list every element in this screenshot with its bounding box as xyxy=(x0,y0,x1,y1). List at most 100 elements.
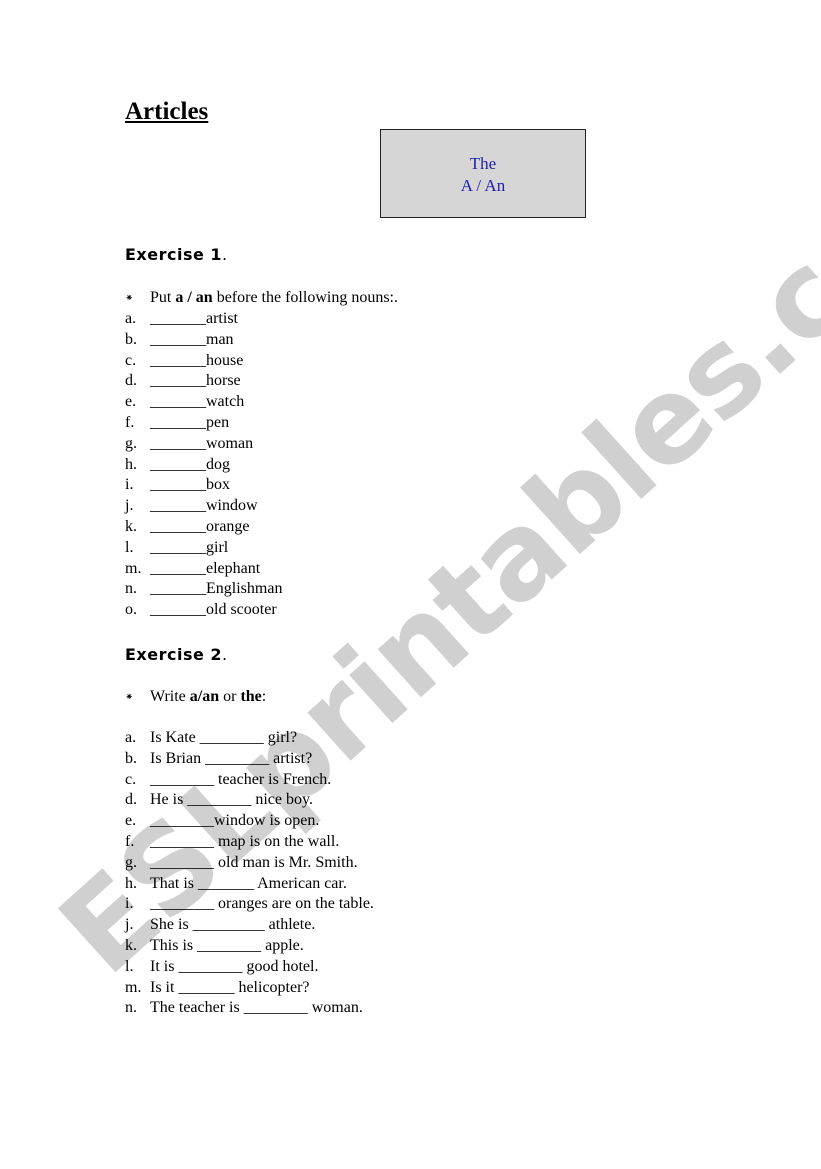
list-item: c. ________ teacher is French. xyxy=(125,770,374,791)
exercise-1-heading: Exercise 1. xyxy=(125,245,228,264)
instruction-keyword: the xyxy=(240,688,262,705)
instruction-keyword: a/an xyxy=(189,688,220,705)
item-label: j. xyxy=(125,916,134,934)
list-item: e. ________window is open. xyxy=(125,811,374,832)
exercise-2-list: a. Is Kate ________ girl? b. Is Brian _____… xyxy=(125,728,374,1019)
item-label: n. xyxy=(125,999,137,1017)
item-text: Is Brian ________ artist? xyxy=(150,749,313,767)
list-item: l. It is ________ good hotel. xyxy=(125,957,374,978)
heading-dot: . xyxy=(222,245,228,264)
exercise-2-instruction: ⁕ Write a/an or the: xyxy=(125,688,266,706)
heading-dot: . xyxy=(222,645,228,664)
item-text: _______man xyxy=(150,330,234,348)
list-item: f. ________ map is on the wall. xyxy=(125,832,374,853)
item-text: _______artist xyxy=(150,310,238,327)
item-label: i. xyxy=(125,476,134,494)
item-label: h. xyxy=(125,874,137,892)
item-label: l. xyxy=(125,538,134,556)
list-item: g. ________ old man is Mr. Smith. xyxy=(125,853,374,874)
item-text: _______watch xyxy=(150,393,245,411)
item-label: d. xyxy=(125,372,137,390)
item-text: _______house xyxy=(150,351,244,369)
instruction-text: before the following nouns:. xyxy=(212,289,398,306)
list-item: c. _______house xyxy=(125,351,282,372)
item-text: ________ old man is Mr. Smith. xyxy=(150,853,358,871)
list-item: b. _______man xyxy=(125,330,282,351)
item-text: _______dog xyxy=(150,455,230,473)
list-item: d. He is ________ nice boy. xyxy=(125,790,374,811)
item-label: m. xyxy=(125,978,142,996)
list-item: j. _______window xyxy=(125,496,282,517)
exercise-2-heading: Exercise 2. xyxy=(125,645,228,664)
item-text: It is ________ good hotel. xyxy=(150,957,319,975)
item-label: o. xyxy=(125,601,137,619)
item-label: c. xyxy=(125,770,137,788)
item-label: n. xyxy=(125,580,137,598)
item-text: _______orange xyxy=(150,517,250,535)
item-label: g. xyxy=(125,434,137,452)
item-label: c. xyxy=(125,351,137,369)
bullet-icon: ⁕ xyxy=(125,292,134,304)
list-item: l. _______girl xyxy=(125,538,282,559)
list-item: e. _______watch xyxy=(125,392,282,413)
list-item: i. _______box xyxy=(125,475,282,496)
instruction-keyword: a / an xyxy=(175,289,213,306)
item-label: d. xyxy=(125,791,137,809)
list-item: n. _______Englishman xyxy=(125,579,282,600)
list-item: o. _______old scooter xyxy=(125,600,282,621)
item-label: e. xyxy=(125,393,137,411)
page-title: Articles xyxy=(125,98,209,125)
instruction-text: Write xyxy=(150,688,190,705)
list-item: m. _______elephant xyxy=(125,559,282,580)
item-label: h. xyxy=(125,455,137,473)
list-item: a. _______artist xyxy=(125,309,282,330)
exercise-1-heading-text: Exercise 1 xyxy=(125,245,223,264)
list-item: k. _______orange xyxy=(125,517,282,538)
item-text: _______horse xyxy=(150,372,241,390)
item-label: a. xyxy=(125,310,137,327)
item-text: _______pen xyxy=(150,413,230,431)
item-text: Is it _______ helicopter? xyxy=(150,978,310,996)
item-label: f. xyxy=(125,832,135,850)
item-text: ________ teacher is French. xyxy=(150,770,332,788)
list-item: k. This is ________ apple. xyxy=(125,936,374,957)
list-item: a. Is Kate ________ girl? xyxy=(125,728,374,749)
item-label: i. xyxy=(125,895,134,913)
item-text: _______girl xyxy=(150,538,229,556)
exercise-1-list: a. _______artist b. _______man c. _______hous… xyxy=(125,309,282,621)
item-text: _______woman xyxy=(150,434,254,452)
instruction-text: or xyxy=(219,688,241,705)
item-label: b. xyxy=(125,330,137,348)
item-label: f. xyxy=(125,413,135,431)
item-text: ________ oranges are on the table. xyxy=(150,895,374,913)
box-line-the: The xyxy=(469,154,497,173)
bullet-icon: ⁕ xyxy=(125,691,134,703)
item-text: This is ________ apple. xyxy=(150,936,304,954)
exercise-1-instruction: ⁕ Put a / an before the following nouns:. xyxy=(125,289,398,307)
list-item: d. _______horse xyxy=(125,371,282,392)
item-label: j. xyxy=(125,497,134,515)
item-text: That is _______ American car. xyxy=(150,874,347,892)
item-text: _______old scooter xyxy=(150,601,277,619)
list-item: j. She is _________ athlete. xyxy=(125,915,374,936)
list-item: g. _______woman xyxy=(125,434,282,455)
item-text: ________ map is on the wall. xyxy=(150,832,340,850)
list-item: h. That is _______ American car. xyxy=(125,874,374,895)
list-item: m. Is it _______ helicopter? xyxy=(125,978,374,999)
item-text: _______Englishman xyxy=(150,580,283,598)
item-text: He is ________ nice boy. xyxy=(150,791,313,809)
item-text: _______window xyxy=(150,497,258,515)
item-text: The teacher is ________ woman. xyxy=(150,999,363,1017)
instruction-text: : xyxy=(261,688,267,705)
item-label: k. xyxy=(125,936,137,954)
instruction-text: Put xyxy=(150,289,176,306)
item-text: _______elephant xyxy=(150,559,261,577)
list-item: f. _______pen xyxy=(125,413,282,434)
item-text: ________window is open. xyxy=(150,812,320,830)
exercise-2-heading-text: Exercise 2 xyxy=(125,645,223,664)
box-line-a-an: A / An xyxy=(460,176,506,195)
articles-box: The A / An xyxy=(380,129,586,218)
item-label: b. xyxy=(125,749,137,767)
list-item: h. _______dog xyxy=(125,455,282,476)
item-label: a. xyxy=(125,729,137,746)
